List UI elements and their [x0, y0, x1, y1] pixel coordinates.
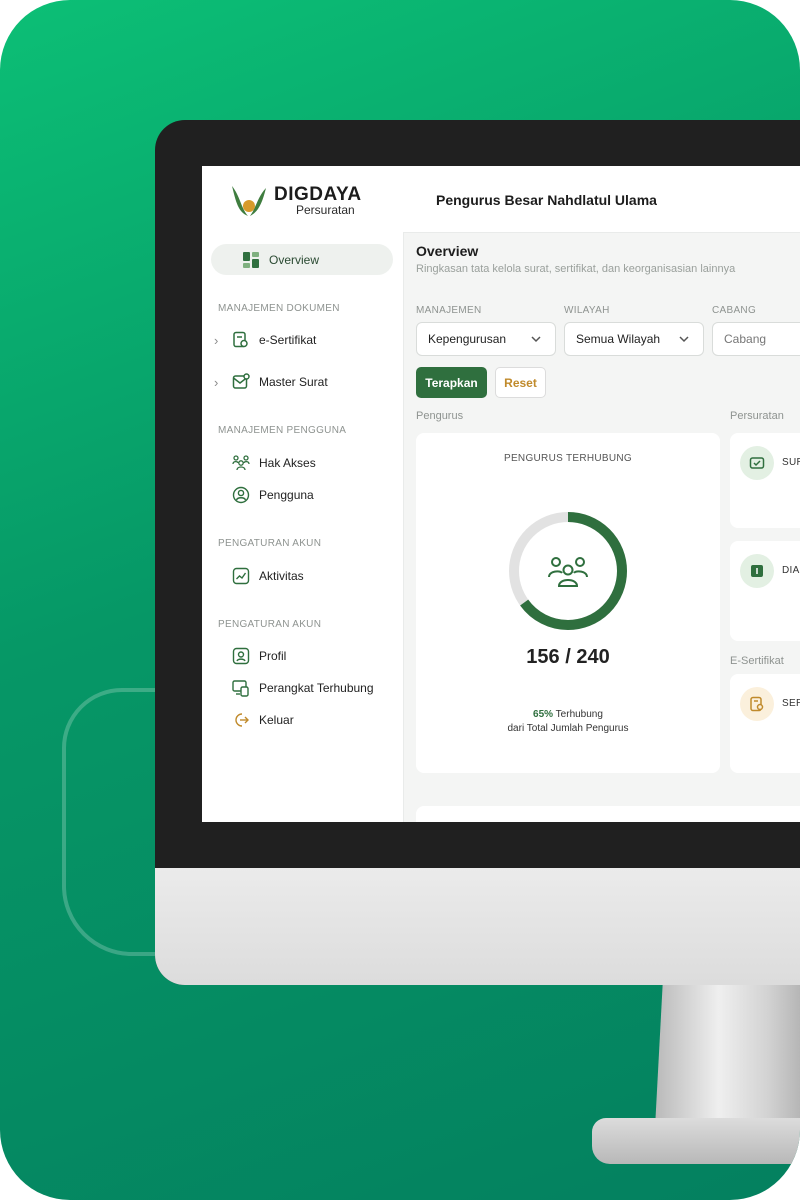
certificate-icon [232, 331, 250, 349]
mail-check-icon [740, 446, 774, 480]
document-icon [740, 554, 774, 588]
card-label: SER [782, 698, 800, 709]
sidebar-item-pengguna[interactable]: Pengguna [214, 484, 314, 506]
users-group-icon [548, 557, 588, 587]
brand-title: DIGDAYA [274, 183, 362, 205]
lower-panel [416, 806, 800, 822]
sidebar-item-overview[interactable]: Overview [211, 244, 393, 275]
section-title-pengaturan-akun: PENGATURAN AKUN [218, 538, 322, 549]
filter-label-wilayah: WILAYAH [564, 305, 610, 316]
chevron-down-icon [677, 332, 691, 349]
monitor-stand [655, 978, 800, 1128]
group-label-pengurus: Pengurus [416, 410, 464, 422]
cabang-select-placeholder: Cabang [724, 332, 767, 346]
activity-chart-icon [232, 567, 250, 585]
sertifikat-card[interactable]: SER [730, 674, 800, 773]
sidebar-item-label: Overview [269, 252, 320, 267]
devices-icon [232, 679, 250, 697]
filter-label-manajemen: MANAJEMEN [416, 305, 482, 316]
apply-button[interactable]: Terapkan [416, 367, 487, 398]
wilayah-select[interactable]: Semua Wilayah [564, 322, 704, 356]
monitor-chin [155, 868, 800, 985]
promo-background: DIGDAYA Persuratan Overview MANAJEMEN DO… [0, 0, 800, 1200]
manajemen-select[interactable]: Kepengurusan [416, 322, 556, 356]
pengurus-terhubung-card: PENGURUS TERHUBUNG 156 / 240 65% Terhubu… [416, 433, 720, 773]
sidebar-item-keluar[interactable]: Keluar [214, 709, 294, 731]
persuratan-card-dia[interactable]: DIA [730, 541, 800, 641]
section-title-manajemen-dokumen: MANAJEMEN DOKUMEN [218, 303, 340, 314]
connection-percent-label: Terhubung [555, 709, 603, 720]
reset-button[interactable]: Reset [495, 367, 546, 398]
connection-donut [509, 512, 627, 630]
users-group-icon [232, 454, 250, 472]
sidebar-item-label: Profil [259, 649, 287, 663]
connection-percent: 65% [533, 709, 554, 720]
chevron-right-icon: › [214, 332, 219, 348]
organization-name: Pengurus Besar Nahdlatul Ulama [436, 192, 657, 208]
sidebar-item-label: Keluar [259, 713, 294, 727]
page-subtitle: Ringkasan tata kelola surat, sertifikat,… [416, 263, 736, 275]
certificate-icon [740, 687, 774, 721]
chevron-down-icon [529, 332, 543, 349]
sidebar-item-profil[interactable]: Profil [214, 645, 286, 667]
sidebar-item-label: Aktivitas [259, 569, 304, 583]
sidebar-item-label: Hak Akses [259, 456, 316, 470]
group-label-esertifikat: E-Sertifikat [730, 655, 784, 667]
sidebar-item-master-surat[interactable]: › Master Surat [214, 371, 328, 393]
brand-logo[interactable]: DIGDAYA Persuratan [230, 182, 362, 218]
profile-icon [232, 647, 250, 665]
sidebar-item-perangkat-terhubung[interactable]: Perangkat Terhubung [214, 677, 374, 699]
manajemen-select-value: Kepengurusan [428, 332, 507, 346]
connection-percent-line: 65% Terhubung [416, 709, 720, 720]
sidebar-item-hak-akses[interactable]: Hak Akses [214, 452, 316, 474]
logo-mark-icon [232, 186, 266, 216]
mail-settings-icon [232, 373, 250, 391]
user-circle-icon [232, 486, 250, 504]
section-title-pengaturan-akun-2: PENGATURAN AKUN [218, 619, 322, 630]
sidebar-item-label: Perangkat Terhubung [259, 681, 374, 695]
card-label: DIA [782, 565, 800, 576]
chevron-right-icon: › [214, 374, 219, 390]
persuratan-card-surat[interactable]: SUR [730, 433, 800, 528]
sidebar-item-aktivitas[interactable]: Aktivitas [214, 565, 304, 587]
card-label: SUR [782, 457, 800, 468]
grid-icon [243, 251, 259, 268]
sidebar: DIGDAYA Persuratan Overview MANAJEMEN DO… [202, 166, 404, 822]
wilayah-select-value: Semua Wilayah [576, 332, 661, 346]
app-screen: DIGDAYA Persuratan Overview MANAJEMEN DO… [202, 166, 800, 822]
sidebar-item-e-sertifikat[interactable]: › e-Sertifikat [214, 329, 316, 351]
page-title: Overview [416, 243, 479, 259]
connection-count: 156 / 240 [526, 646, 610, 668]
monitor: DIGDAYA Persuratan Overview MANAJEMEN DO… [155, 120, 800, 985]
sidebar-item-label: Master Surat [259, 375, 328, 389]
sidebar-item-label: Pengguna [259, 488, 314, 502]
connection-caption: dari Total Jumlah Pengurus [507, 723, 629, 734]
card-title: PENGURUS TERHUBUNG [503, 453, 632, 464]
logout-icon [232, 711, 250, 729]
top-bar: Pengurus Besar Nahdlatul Ulama [403, 166, 800, 233]
brand-subtitle: Persuratan [296, 202, 355, 217]
section-title-manajemen-pengguna: MANAJEMEN PENGGUNA [218, 425, 347, 436]
sidebar-item-label: e-Sertifikat [259, 333, 317, 347]
filter-label-cabang: CABANG [712, 305, 757, 316]
group-label-persuratan: Persuratan [730, 410, 784, 422]
monitor-stand-base [592, 1118, 800, 1164]
cabang-select[interactable]: Cabang [712, 322, 800, 356]
